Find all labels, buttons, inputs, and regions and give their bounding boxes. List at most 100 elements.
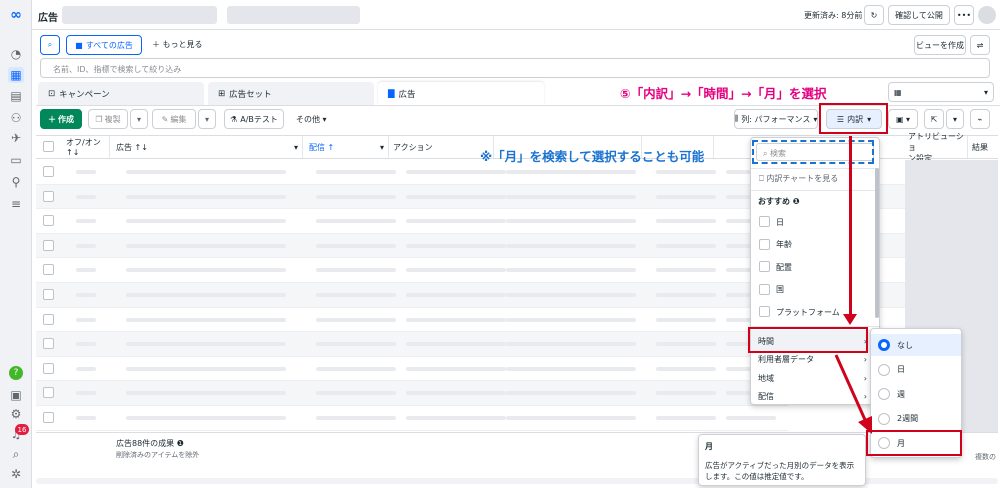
option-checkbox[interactable] xyxy=(759,216,770,227)
edit-button[interactable]: ✎ 編集 xyxy=(152,109,196,129)
refresh-button[interactable]: ↻ xyxy=(864,5,884,25)
share-dropdown[interactable]: ▾ xyxy=(946,109,964,129)
export-menu-button[interactable]: ▣ ▾ xyxy=(888,109,918,129)
create-button[interactable]: ＋ 作成 xyxy=(40,109,82,129)
row-cell xyxy=(506,366,636,371)
select-all-checkbox[interactable] xyxy=(43,141,54,152)
time-option-label: なし xyxy=(897,340,913,350)
tab-campaigns[interactable]: ⊡ キャンペーン xyxy=(38,82,204,105)
tab-adsets[interactable]: ⊞ 広告セット xyxy=(208,82,374,105)
time-option[interactable]: 2週間 xyxy=(871,408,961,430)
time-option[interactable]: 日 xyxy=(871,359,961,381)
other-menu[interactable]: その他 ▾ xyxy=(296,114,327,125)
time-highlight-box xyxy=(748,327,868,353)
campaign-icon[interactable]: ✈ xyxy=(8,130,24,146)
ad-tab-icon: ▇ xyxy=(388,88,395,99)
avatar[interactable] xyxy=(978,6,996,24)
meta-logo-icon[interactable]: ∞ xyxy=(8,7,24,23)
pages-icon[interactable]: ▤ xyxy=(8,88,24,104)
all-ads-filter[interactable]: ■ すべての広告 xyxy=(66,35,142,55)
filter-settings-button[interactable]: ⇌ xyxy=(970,35,990,55)
search-input[interactable]: 名前、ID、指標で検索して絞り込み xyxy=(40,58,990,78)
row-cell xyxy=(506,243,636,248)
option-checkbox[interactable] xyxy=(759,261,770,272)
chevron-down-icon: ▾ xyxy=(136,114,141,124)
radio-button[interactable] xyxy=(878,339,890,351)
columns-icon: ⫼ xyxy=(734,114,739,123)
row-cell xyxy=(656,366,716,371)
duplicate-button[interactable]: ❐ 複製 xyxy=(88,109,128,129)
columns-button[interactable]: ⫼ 列: パフォーマンス ▾ xyxy=(734,109,818,129)
header-ad-name[interactable]: 広告 ↑↓ ▾ xyxy=(110,136,303,158)
breakdown-option[interactable]: 年齢 xyxy=(751,234,879,256)
row-cell xyxy=(406,243,506,248)
row-checkbox[interactable] xyxy=(43,362,54,374)
row-cell xyxy=(506,391,636,396)
row-checkbox[interactable] xyxy=(43,215,54,227)
account-name[interactable] xyxy=(227,6,360,24)
divider xyxy=(751,168,879,169)
header-attribution[interactable]: アトリビューショ ン設定 xyxy=(904,132,968,163)
audiences-icon[interactable]: ⚇ xyxy=(8,110,24,126)
row-checkbox[interactable] xyxy=(43,412,54,423)
month-highlight-box xyxy=(866,430,962,456)
tab-ads[interactable]: ▇ 広告 xyxy=(378,82,544,105)
row-checkbox[interactable] xyxy=(43,387,54,399)
row-cell xyxy=(406,219,506,224)
breakdown-option[interactable]: 日 xyxy=(751,211,879,233)
view-select[interactable]: ▦ ▾ xyxy=(888,82,994,102)
row-checkbox[interactable] xyxy=(43,338,54,350)
header-action[interactable]: アクション xyxy=(389,136,494,158)
duplicate-dropdown[interactable]: ▾ xyxy=(130,109,148,129)
row-checkbox[interactable] xyxy=(43,264,54,276)
row-checkbox[interactable] xyxy=(43,239,54,251)
search-toggle-button[interactable]: ⌕ xyxy=(40,35,60,55)
row-checkbox[interactable] xyxy=(43,190,54,202)
bug-icon[interactable]: ✲ xyxy=(8,466,24,482)
more-options-button[interactable]: ••• xyxy=(954,5,974,25)
search-icon[interactable]: ⌕ xyxy=(8,446,24,462)
header-onoff[interactable]: オフ/オン ↑↓ xyxy=(62,136,110,158)
menu-scrollbar[interactable] xyxy=(875,168,879,318)
time-option[interactable]: なし xyxy=(871,334,961,356)
row-checkbox[interactable] xyxy=(43,289,54,300)
row-cell xyxy=(316,293,396,297)
row-cell xyxy=(656,243,716,248)
help-icon[interactable]: ? xyxy=(9,366,23,380)
edit-dropdown[interactable]: ▾ xyxy=(198,109,216,129)
search-icon: ⌕ xyxy=(47,40,53,49)
breakdown-option[interactable]: プラットフォーム xyxy=(751,301,879,323)
dashboard-icon[interactable]: ◔ xyxy=(8,46,24,62)
report-icon[interactable]: ▣ xyxy=(8,387,24,403)
row-cell xyxy=(76,366,96,371)
breakdown-option[interactable]: 配置 xyxy=(751,256,879,278)
ab-test-button[interactable]: ⚗ A/Bテスト xyxy=(224,109,284,129)
option-checkbox[interactable] xyxy=(759,283,770,295)
charts-button[interactable]: ⌁ xyxy=(970,109,990,129)
chart-icon: ⎕ xyxy=(759,174,764,183)
share-button[interactable]: ⇱ xyxy=(924,109,944,129)
row-cell xyxy=(76,170,96,174)
confirm-publish-button[interactable]: 確認して公開 xyxy=(888,5,950,25)
breakdown-chart-link[interactable]: ⎕ 内訳チャートを見る xyxy=(759,173,838,184)
row-checkbox[interactable] xyxy=(43,313,54,325)
breakdown-option[interactable]: 国 xyxy=(751,279,879,301)
time-option[interactable]: 週 xyxy=(871,383,961,405)
billing-icon[interactable]: ▭ xyxy=(8,152,24,168)
header-result[interactable]: 結果 xyxy=(968,136,998,158)
create-view-button[interactable]: ビューを作成 xyxy=(914,35,966,55)
header-delivery[interactable]: 配信 ↑ ▾ xyxy=(303,136,389,158)
group-label: 地域 xyxy=(758,373,774,383)
ads-manager-icon[interactable]: ▦ xyxy=(8,67,24,83)
row-cell xyxy=(316,243,396,248)
events-icon[interactable]: ⚲ xyxy=(8,174,24,190)
settings-icon[interactable]: ⚙ xyxy=(8,406,24,422)
row-cell xyxy=(506,170,636,174)
menu-icon[interactable]: ≡ xyxy=(8,196,24,212)
more-filters-link[interactable]: ＋ もっと見る xyxy=(152,39,203,50)
option-checkbox[interactable] xyxy=(759,306,770,317)
row-checkbox[interactable] xyxy=(43,166,54,177)
option-checkbox[interactable] xyxy=(759,238,770,250)
row-cell xyxy=(316,342,396,347)
account-selector[interactable] xyxy=(62,6,217,24)
